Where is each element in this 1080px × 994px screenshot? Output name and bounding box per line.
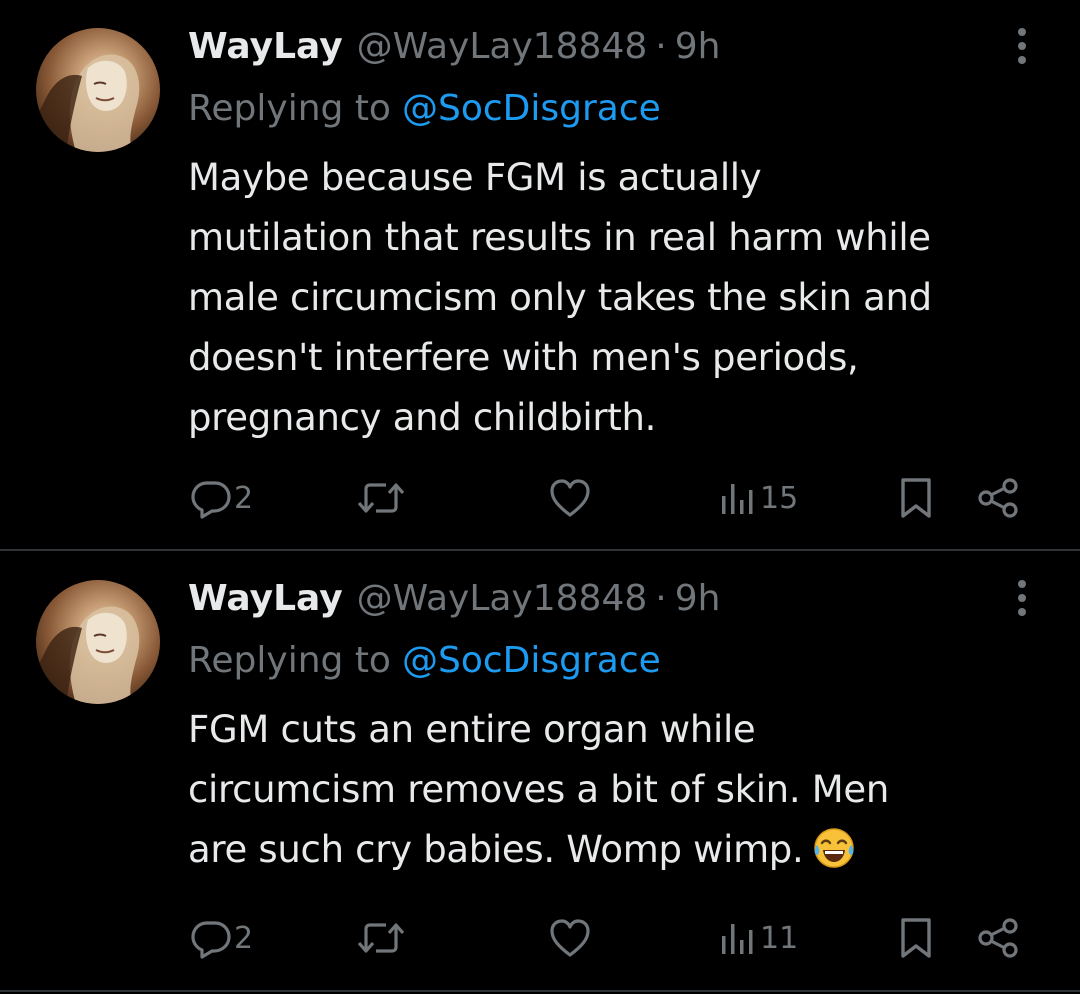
retweet-icon bbox=[356, 477, 406, 519]
user-handle[interactable]: @WayLay18848 bbox=[357, 578, 648, 619]
tweet-text-line: male circumcism only takes the skin and bbox=[188, 276, 932, 319]
action-bar: 2 bbox=[0, 908, 1080, 968]
tweet-text-line: pregnancy and childbirth. bbox=[188, 396, 657, 439]
tweet-header: WayLay @WayLay18848 · 9h bbox=[188, 18, 720, 74]
tweet-text: FGM cuts an entire organ while circumcis… bbox=[188, 700, 1058, 880]
bookmark-button[interactable] bbox=[898, 468, 934, 528]
avatar[interactable] bbox=[36, 580, 160, 704]
user-handle[interactable]: @WayLay18848 bbox=[357, 26, 648, 67]
like-button[interactable] bbox=[548, 468, 594, 528]
tweet[interactable]: WayLay @WayLay18848 · 9h Replying to @So… bbox=[0, 552, 1080, 994]
replying-to: Replying to @SocDisgrace bbox=[188, 80, 661, 136]
retweet-button[interactable] bbox=[356, 908, 408, 968]
share-icon bbox=[976, 476, 1022, 520]
tweet-text-line: circumcism removes a bit of skin. Men bbox=[188, 768, 889, 811]
views-button[interactable]: 15 bbox=[718, 468, 798, 528]
reply-mention-link[interactable]: @SocDisgrace bbox=[402, 640, 661, 681]
tweet-text-line: mutilation that results in real harm whi… bbox=[188, 216, 931, 259]
share-button[interactable] bbox=[976, 908, 1022, 968]
bookmark-icon bbox=[898, 476, 934, 520]
tweet-header: WayLay @WayLay18848 · 9h bbox=[188, 570, 720, 626]
like-button[interactable] bbox=[548, 908, 594, 968]
views-button[interactable]: 11 bbox=[718, 908, 798, 968]
tweet-text-line: FGM cuts an entire organ while bbox=[188, 708, 756, 751]
reply-icon bbox=[190, 477, 232, 519]
retweet-icon bbox=[356, 917, 406, 959]
tweet-divider bbox=[0, 990, 1080, 992]
view-count: 11 bbox=[760, 920, 799, 956]
bookmark-button[interactable] bbox=[898, 908, 934, 968]
views-icon bbox=[718, 478, 758, 518]
replying-label: Replying to bbox=[188, 639, 391, 681]
separator-dot: · bbox=[655, 25, 667, 67]
replying-to: Replying to @SocDisgrace bbox=[188, 632, 661, 688]
replying-label: Replying to bbox=[188, 87, 391, 129]
separator-dot: · bbox=[655, 577, 667, 619]
tweet-text-line: Maybe because FGM is actually bbox=[188, 156, 762, 199]
tweet-text-line: are such cry babies. Womp wimp. bbox=[188, 828, 804, 871]
reply-button[interactable]: 2 bbox=[190, 908, 253, 968]
reply-button[interactable]: 2 bbox=[190, 468, 253, 528]
action-bar: 2 bbox=[0, 468, 1080, 528]
retweet-button[interactable] bbox=[356, 468, 408, 528]
tweet-divider bbox=[0, 549, 1080, 551]
tweet-text-line: doesn't interfere with men's periods, bbox=[188, 336, 859, 379]
timestamp[interactable]: 9h bbox=[675, 26, 721, 67]
reply-icon bbox=[190, 917, 232, 959]
reply-mention-link[interactable]: @SocDisgrace bbox=[402, 88, 661, 129]
like-icon bbox=[548, 477, 592, 519]
bookmark-icon bbox=[898, 916, 934, 960]
reply-count: 2 bbox=[234, 480, 254, 516]
tweet-text: Maybe because FGM is actually mutilation… bbox=[188, 148, 1058, 448]
tweet[interactable]: WayLay @WayLay18848 · 9h Replying to @So… bbox=[0, 0, 1080, 550]
display-name[interactable]: WayLay bbox=[188, 578, 343, 619]
more-icon[interactable] bbox=[1004, 24, 1040, 68]
tweet-text-line-last: are such cry babies. Womp wimp. bbox=[188, 820, 1058, 880]
display-name[interactable]: WayLay bbox=[188, 26, 343, 67]
share-button[interactable] bbox=[976, 468, 1022, 528]
reply-count: 2 bbox=[234, 920, 254, 956]
tweet-feed: WayLay @WayLay18848 · 9h Replying to @So… bbox=[0, 0, 1080, 994]
timestamp[interactable]: 9h bbox=[675, 578, 721, 619]
like-icon bbox=[548, 917, 592, 959]
face-with-tears-of-joy-icon bbox=[813, 827, 855, 869]
more-icon[interactable] bbox=[1004, 576, 1040, 620]
views-icon bbox=[718, 918, 758, 958]
share-icon bbox=[976, 916, 1022, 960]
avatar[interactable] bbox=[36, 28, 160, 152]
view-count: 15 bbox=[760, 480, 799, 516]
